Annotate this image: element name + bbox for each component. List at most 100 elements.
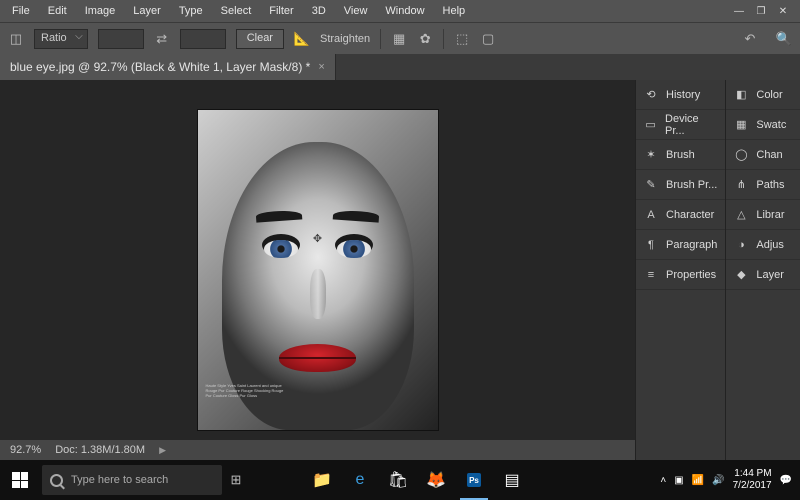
panel-label: Brush — [666, 149, 695, 161]
panel-label: Brush Pr... — [666, 179, 717, 191]
search-placeholder: Type here to search — [71, 474, 168, 486]
grid-overlay-icon[interactable]: ▦ — [391, 31, 407, 47]
tray-clock[interactable]: 1:44 PM 7/2/2017 — [733, 468, 772, 492]
restore-icon[interactable]: ❐ — [752, 4, 770, 18]
menu-image[interactable]: Image — [77, 3, 124, 19]
panel-icon: ⟲ — [644, 88, 658, 102]
separator — [443, 29, 444, 49]
document-canvas[interactable]: Haute Style Yves Saint Laurent and uniqu… — [198, 110, 438, 430]
panel-icon: ▭ — [644, 118, 657, 132]
panel-icon: △ — [734, 208, 748, 222]
panel-dock: ⟲History▭Device Pr...✶Brush✎Brush Pr...A… — [635, 80, 800, 460]
panel-chan[interactable]: ◯Chan — [726, 140, 800, 170]
menu-type[interactable]: Type — [171, 3, 211, 19]
search-icon[interactable]: 🔍 — [776, 31, 792, 47]
document-tab-bar: blue eye.jpg @ 92.7% (Black & White 1, L… — [0, 54, 800, 80]
panel-label: Swatc — [756, 119, 786, 131]
panel-label: Character — [666, 209, 714, 221]
zoom-level[interactable]: 92.7% — [10, 444, 41, 456]
settings-gear-icon[interactable]: ✿ — [417, 31, 433, 47]
doc-size: Doc: 1.38M/1.80M — [55, 444, 145, 456]
panel-icon: ¶ — [644, 238, 658, 252]
tray-volume-icon[interactable]: 🔊 — [712, 475, 724, 486]
minimize-icon[interactable]: ― — [730, 4, 748, 18]
crop-handle-br[interactable] — [430, 422, 438, 430]
panel-properties[interactable]: ≡Properties — [636, 260, 725, 290]
panel-layer[interactable]: ◆ Layer — [726, 260, 800, 290]
separator — [380, 29, 381, 49]
tray-wifi-icon[interactable]: 📶 — [692, 475, 704, 486]
crop-tool-icon[interactable]: ◫ — [8, 31, 24, 47]
search-icon — [50, 474, 63, 487]
taskbar-app-photoshop[interactable]: Ps — [456, 460, 492, 500]
panel-librar[interactable]: △ Librar — [726, 200, 800, 230]
menu-help[interactable]: Help — [435, 3, 474, 19]
clear-button[interactable]: Clear — [236, 29, 284, 49]
straighten-icon[interactable]: 📐 — [294, 31, 310, 47]
panel-icon: ◧ — [734, 88, 748, 102]
options-bar: ◫ Ratio ⇄ Clear 📐 Straighten ▦ ✿ ⬚ ▢ ↶ 🔍 — [0, 22, 800, 54]
panel-color[interactable]: ◧ Color — [726, 80, 800, 110]
taskbar-app-folder[interactable]: 📁 — [304, 460, 340, 500]
undo-icon[interactable]: ↶ — [742, 31, 758, 47]
menu-filter[interactable]: Filter — [261, 3, 301, 19]
tray-notifications-icon[interactable]: 💬 — [780, 475, 792, 486]
taskbar-app-firefox[interactable]: 🦊 — [418, 460, 454, 500]
tray-chevron-icon[interactable]: ˄ — [660, 475, 666, 486]
ratio-dropdown[interactable]: Ratio — [34, 29, 88, 49]
document-tab-title: blue eye.jpg @ 92.7% (Black & White 1, L… — [10, 60, 310, 74]
panel-history[interactable]: ⟲History — [636, 80, 725, 110]
content-aware-icon[interactable]: ▢ — [480, 31, 496, 47]
panel-paragraph[interactable]: ¶ Paragraph — [636, 230, 725, 260]
crop-handle-tr[interactable] — [430, 110, 438, 118]
panel-brushpr[interactable]: ✎Brush Pr... — [636, 170, 725, 200]
status-flyout-icon[interactable]: ▶ — [159, 445, 166, 456]
panel-column-2: ◧ Color ▦Swatc◯Chan⋔Paths △ Librar ◑Adjus ◆ Lay… — [725, 80, 800, 460]
panel-label: Color — [756, 89, 782, 101]
crop-center-icon: ✥ — [312, 232, 324, 244]
document-tab[interactable]: blue eye.jpg @ 92.7% (Black & White 1, L… — [0, 54, 336, 80]
delete-cropped-icon[interactable]: ⬚ — [454, 31, 470, 47]
taskbar-app-store[interactable]: 🛍 — [380, 460, 416, 500]
panel-label: Librar — [756, 209, 784, 221]
panel-paths[interactable]: ⋔Paths — [726, 170, 800, 200]
image-content — [264, 240, 298, 258]
menu-select[interactable]: Select — [213, 3, 260, 19]
panel-label: Layer — [756, 269, 784, 281]
crop-height-input[interactable] — [180, 29, 226, 49]
panel-label: Chan — [756, 149, 782, 161]
tray-battery-icon[interactable]: ▣ — [674, 475, 683, 486]
image-content — [310, 269, 326, 319]
crop-handle-tl[interactable] — [198, 110, 206, 118]
crop-width-input[interactable] — [98, 29, 144, 49]
panel-label: Paragraph — [666, 239, 717, 251]
menu-window[interactable]: Window — [377, 3, 432, 19]
crop-handle-bl[interactable] — [198, 422, 206, 430]
menu-file[interactable]: File — [4, 3, 38, 19]
image-content — [333, 210, 380, 223]
panel-label: Paths — [756, 179, 784, 191]
panel-devicepr[interactable]: ▭Device Pr... — [636, 110, 725, 140]
straighten-label: Straighten — [320, 33, 370, 45]
menu-layer[interactable]: Layer — [125, 3, 169, 19]
task-view-icon[interactable]: ⊞ — [228, 472, 244, 488]
close-icon[interactable]: ✕ — [774, 4, 792, 18]
menu-3d[interactable]: 3D — [304, 3, 334, 19]
taskbar-app-generic[interactable]: ▤ — [494, 460, 530, 500]
panel-character[interactable]: ACharacter — [636, 200, 725, 230]
taskbar-search[interactable]: Type here to search — [42, 465, 222, 495]
menu-view[interactable]: View — [336, 3, 376, 19]
panel-icon: ◑ — [734, 238, 748, 252]
taskbar-apps: 📁 e 🛍 🦊 Ps ▤ — [304, 460, 530, 500]
panel-adjus[interactable]: ◑Adjus — [726, 230, 800, 260]
start-button[interactable] — [0, 460, 40, 500]
panel-icon: ◆ — [734, 268, 748, 282]
close-tab-icon[interactable]: × — [318, 61, 324, 73]
taskbar-app-edge[interactable]: e — [342, 460, 378, 500]
menu-edit[interactable]: Edit — [40, 3, 75, 19]
swap-icon[interactable]: ⇄ — [154, 31, 170, 47]
panel-brush[interactable]: ✶Brush — [636, 140, 725, 170]
canvas-area[interactable]: Haute Style Yves Saint Laurent and uniqu… — [0, 80, 635, 460]
panel-swatc[interactable]: ▦Swatc — [726, 110, 800, 140]
panel-icon: ≡ — [644, 268, 658, 282]
